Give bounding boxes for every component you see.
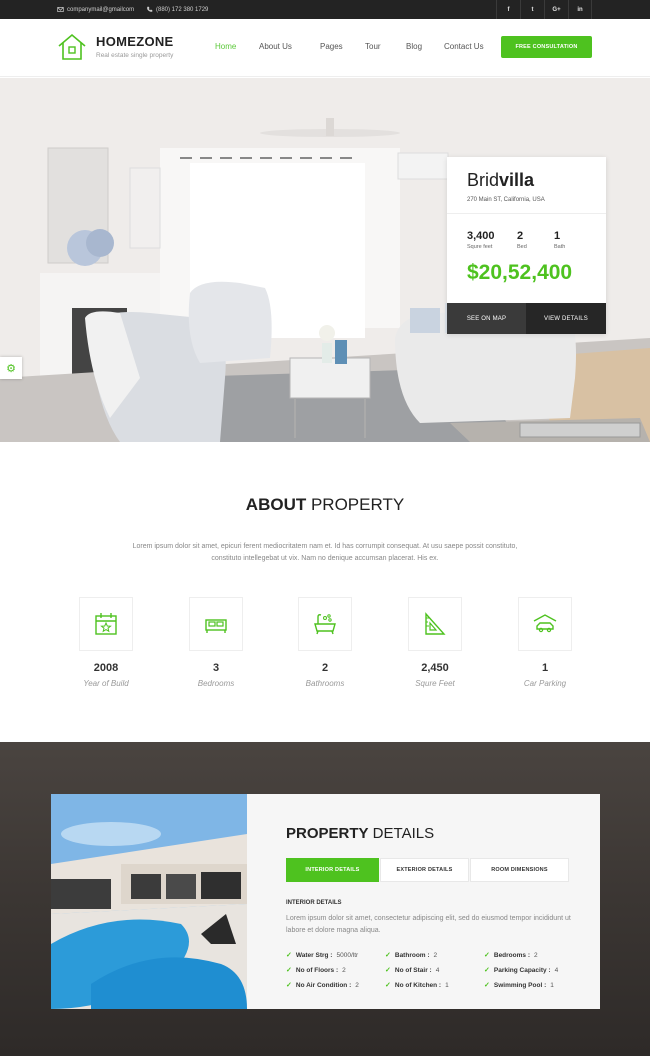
tab-room-dimensions[interactable]: ROOM DIMENSIONS bbox=[470, 858, 569, 882]
car-icon bbox=[533, 614, 557, 633]
check-icon: ✓ bbox=[286, 952, 292, 959]
top-bar: companymail@gmailcom (880) 172 380 1729 … bbox=[0, 0, 650, 19]
feature-label: Bedrooms bbox=[197, 679, 235, 688]
twitter-icon[interactable]: t bbox=[520, 0, 544, 19]
see-on-map-button[interactable]: SEE ON MAP bbox=[447, 303, 526, 334]
google-plus-icon[interactable]: G+ bbox=[544, 0, 568, 19]
details-title: PROPERTY DETAILS bbox=[286, 825, 435, 842]
nav-blog[interactable]: Blog bbox=[406, 42, 422, 51]
phone-text: (880) 172 380 1729 bbox=[156, 6, 209, 13]
spec-bathroom: ✓ Bathroom :2 bbox=[385, 951, 438, 960]
site-header: HOMEZONE Real estate single property Hom… bbox=[0, 19, 650, 77]
phone-icon bbox=[147, 6, 153, 12]
stat-square-feet: 3,400 Squre feet bbox=[467, 230, 495, 250]
feature-label: Squre Feet bbox=[415, 679, 455, 688]
bed-icon bbox=[205, 619, 227, 633]
feature-label: Car Parking bbox=[523, 679, 567, 688]
email-contact[interactable]: companymail@gmailcom bbox=[57, 0, 134, 19]
check-icon: ✓ bbox=[385, 952, 391, 959]
feature-value: 2008 bbox=[93, 662, 119, 674]
spec-bedrooms: ✓ Bedrooms :2 bbox=[484, 951, 538, 960]
stat-value: 1 bbox=[554, 230, 561, 242]
nav-contact-us[interactable]: Contact Us bbox=[444, 42, 484, 51]
interior-details-heading: INTERIOR DETAILS bbox=[286, 900, 342, 906]
property-price: $20,52,400 bbox=[467, 261, 573, 284]
spec-water-storage: ✓ Water Strg :5000/ltr bbox=[286, 951, 359, 960]
feature-year-of-build: 2008 Year of Build bbox=[79, 597, 133, 688]
card-divider bbox=[447, 213, 606, 214]
nav-home[interactable]: Home bbox=[215, 42, 236, 51]
spec-parking-capacity: ✓ Parking Capacity :4 bbox=[484, 966, 559, 975]
about-title: ABOUT PROPERTY bbox=[245, 495, 405, 514]
brand-name[interactable]: HOMEZONE bbox=[96, 34, 174, 49]
feature-label: Bathrooms bbox=[305, 679, 345, 688]
feature-square-feet: 2,450 Squre Feet bbox=[408, 597, 462, 688]
linkedin-icon[interactable]: in bbox=[568, 0, 592, 19]
stat-label: Bath bbox=[554, 244, 566, 250]
spec-swimming-pool: ✓ Swimming Pool :1 bbox=[484, 981, 554, 990]
nav-about-us[interactable]: About Us bbox=[259, 42, 292, 51]
check-icon: ✓ bbox=[484, 982, 490, 989]
nav-pages[interactable]: Pages bbox=[320, 42, 343, 51]
feature-value: 2,450 bbox=[421, 662, 449, 674]
tab-exterior-details[interactable]: EXTERIOR DETAILS bbox=[380, 858, 469, 882]
brand-tagline: Real estate single property bbox=[96, 52, 174, 59]
check-icon: ✓ bbox=[484, 967, 490, 974]
feature-value: 1 bbox=[541, 662, 549, 674]
stat-label: Bed bbox=[517, 244, 527, 250]
bathtub-icon bbox=[314, 614, 336, 635]
check-icon: ✓ bbox=[385, 982, 391, 989]
tab-interior-details[interactable]: INTERIOR DETAILS bbox=[286, 858, 379, 882]
check-icon: ✓ bbox=[286, 967, 292, 974]
settings-gear-icon[interactable]: ⚙ bbox=[0, 357, 22, 379]
about-description: Lorem ipsum dolor sit amet, epicuri fere… bbox=[132, 543, 518, 562]
interior-details-text: Lorem ipsum dolor sit amet, consectetur … bbox=[286, 915, 571, 934]
check-icon: ✓ bbox=[286, 982, 292, 989]
ruler-icon bbox=[425, 612, 446, 635]
property-card: Bridvilla 270 Main ST, California, USA 3… bbox=[447, 157, 606, 334]
phone-contact[interactable]: (880) 172 380 1729 bbox=[146, 0, 208, 19]
envelope-icon bbox=[57, 7, 64, 12]
feature-bathrooms: 2 Bathrooms bbox=[298, 597, 352, 688]
spec-kitchen: ✓ No of Kitchen :1 bbox=[385, 981, 449, 990]
stat-bath: 1 Bath bbox=[554, 230, 565, 250]
property-address: 270 Main ST, California, USA bbox=[467, 197, 545, 203]
calendar-icon bbox=[95, 613, 117, 635]
feature-value: 3 bbox=[212, 662, 220, 674]
spec-air-condition: ✓ No Air Condition :2 bbox=[286, 981, 359, 990]
pool-house-picture bbox=[51, 794, 247, 1009]
stat-bed: 2 Bed bbox=[517, 230, 527, 250]
nav-tour[interactable]: Tour bbox=[365, 42, 381, 51]
check-icon: ✓ bbox=[484, 952, 490, 959]
feature-value: 2 bbox=[321, 662, 329, 674]
free-consultation-button[interactable]: FREE CONSULTATION bbox=[501, 36, 592, 58]
pool-house-image bbox=[51, 794, 247, 1009]
view-details-button[interactable]: VIEW DETAILS bbox=[526, 303, 606, 334]
email-text: companymail@gmailcom bbox=[67, 6, 135, 13]
stat-label: Squre feet bbox=[467, 244, 493, 250]
spec-stairs: ✓ No of Stair :4 bbox=[385, 966, 440, 975]
social-links: f t G+ in bbox=[496, 0, 592, 19]
spec-floors: ✓ No of Floors :2 bbox=[286, 966, 346, 975]
stat-value: 2 bbox=[517, 230, 524, 242]
stat-value: 3,400 bbox=[467, 230, 495, 242]
feature-bedrooms: 3 Bedrooms bbox=[189, 597, 243, 688]
feature-car-parking: 1 Car Parking bbox=[518, 597, 572, 688]
feature-label: Year of Build bbox=[83, 679, 129, 688]
facebook-icon[interactable]: f bbox=[496, 0, 520, 19]
check-icon: ✓ bbox=[385, 967, 391, 974]
property-name: Bridvilla bbox=[467, 170, 535, 190]
house-logo-icon[interactable] bbox=[57, 32, 87, 62]
